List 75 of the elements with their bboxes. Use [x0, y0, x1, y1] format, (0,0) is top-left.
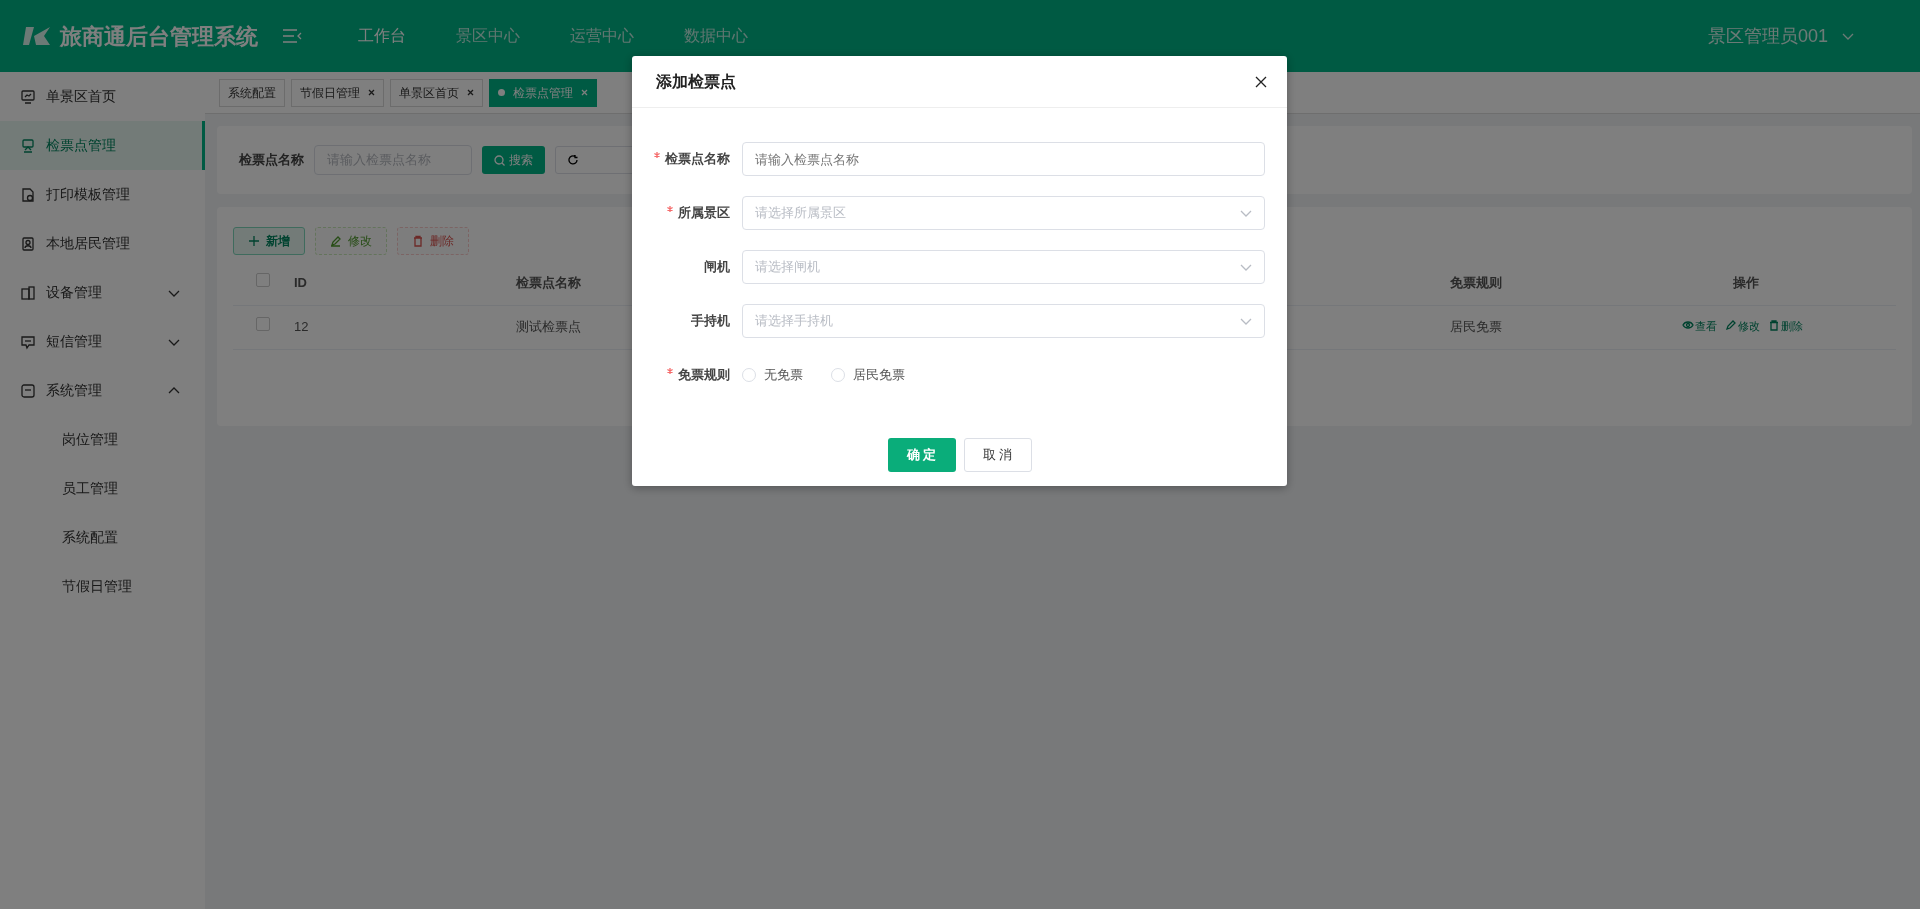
device-icon [20, 284, 36, 301]
checkbox[interactable] [256, 273, 270, 287]
app-title: 旅商通后台管理系统 [60, 22, 258, 51]
field-label: 免票规则 [632, 365, 742, 385]
delete-link[interactable]: 删除 [1767, 317, 1803, 334]
id-card-icon [20, 235, 36, 252]
page-tab[interactable]: 单景区首页 [390, 78, 483, 107]
sidebar-item[interactable]: 设备管理 [0, 268, 205, 317]
select-field[interactable]: 请选择所属景区 [742, 196, 1265, 230]
select-field[interactable]: 请选择闸机 [742, 250, 1265, 284]
radio-option[interactable]: 无免票 [742, 365, 803, 385]
close-icon [368, 89, 375, 96]
column-header: 免票规则 [1450, 275, 1502, 290]
nav-tab[interactable]: 景区中心 [456, 24, 520, 48]
sidebar-subitem[interactable]: 岗位管理 [0, 415, 205, 464]
sidebar-subitem[interactable]: 系统配置 [0, 513, 205, 562]
screen-icon [20, 137, 36, 154]
radio-option[interactable]: 居民免票 [831, 365, 905, 385]
page-tab[interactable]: 系统配置 [219, 78, 285, 107]
column-header: 操作 [1733, 275, 1759, 290]
table-cell: 测试检票点 [515, 319, 581, 335]
sidebar-item[interactable]: 检票点管理 [0, 121, 205, 170]
sidebar-item[interactable]: 系统管理 [0, 366, 205, 415]
view-link[interactable]: 查看 [1681, 317, 1717, 334]
status-dot-icon [498, 89, 505, 96]
eye-icon [1681, 320, 1694, 332]
page-tab[interactable]: 检票点管理 [489, 78, 597, 107]
sidebar-subitem[interactable]: 节假日管理 [0, 562, 205, 611]
close-icon [467, 89, 474, 96]
checkbox[interactable] [256, 317, 270, 332]
sidebar-item[interactable]: 短信管理 [0, 317, 205, 366]
required-icon [667, 368, 673, 375]
input-field[interactable]: 请输入检票点名称 [742, 142, 1265, 176]
edit-link[interactable]: 修改 [1724, 317, 1760, 334]
add-button[interactable]: 新增 [233, 227, 305, 255]
logo-icon [22, 25, 52, 47]
close-icon [581, 89, 588, 96]
search-button[interactable]: 搜索 [482, 146, 545, 174]
table-cell: 居民免票 [1450, 319, 1502, 335]
cancel-button[interactable]: 取 消 [963, 438, 1032, 472]
monitor-icon [20, 88, 36, 105]
column-header: 检票点名称 [515, 275, 581, 290]
field-label: 所属景区 [632, 203, 742, 223]
menu-icon[interactable] [282, 28, 302, 44]
message-icon [20, 333, 36, 350]
column-header: ID [294, 275, 307, 290]
field-label: 检票点名称 [632, 149, 742, 169]
search-icon [494, 154, 505, 166]
document-icon [20, 186, 36, 203]
nav-tab[interactable]: 运营中心 [570, 24, 634, 48]
refresh-icon [568, 155, 578, 165]
dialog-title: 添加检票点 [656, 71, 736, 92]
confirm-button[interactable]: 确 定 [887, 438, 956, 472]
field-label: 闸机 [703, 258, 731, 277]
nav-tab[interactable]: 工作台 [358, 24, 406, 48]
nav-tab[interactable]: 数据中心 [684, 24, 748, 48]
required-icon [654, 152, 660, 159]
close-icon[interactable] [1255, 75, 1267, 88]
box-icon [20, 382, 36, 399]
page-tab[interactable]: 节假日管理 [291, 78, 384, 107]
trash-icon [412, 235, 424, 247]
sidebar-item[interactable]: 本地居民管理 [0, 219, 205, 268]
pencil-icon [330, 235, 342, 247]
field-label: 检票点名称 [239, 151, 304, 170]
sidebar-item[interactable]: 打印模板管理 [0, 170, 205, 219]
trash-icon [1767, 320, 1780, 332]
pencil-icon [1724, 320, 1737, 332]
select-field[interactable]: 请选择手持机 [742, 304, 1265, 338]
plus-icon [248, 235, 260, 247]
user-menu[interactable]: 景区管理员001 [1701, 21, 1860, 51]
field-label: 手持机 [690, 312, 731, 331]
sidebar-subitem[interactable]: 员工管理 [0, 464, 205, 513]
sidebar-item[interactable]: 单景区首页 [0, 72, 205, 121]
table-cell: 12 [294, 319, 309, 335]
required-icon [667, 206, 673, 213]
